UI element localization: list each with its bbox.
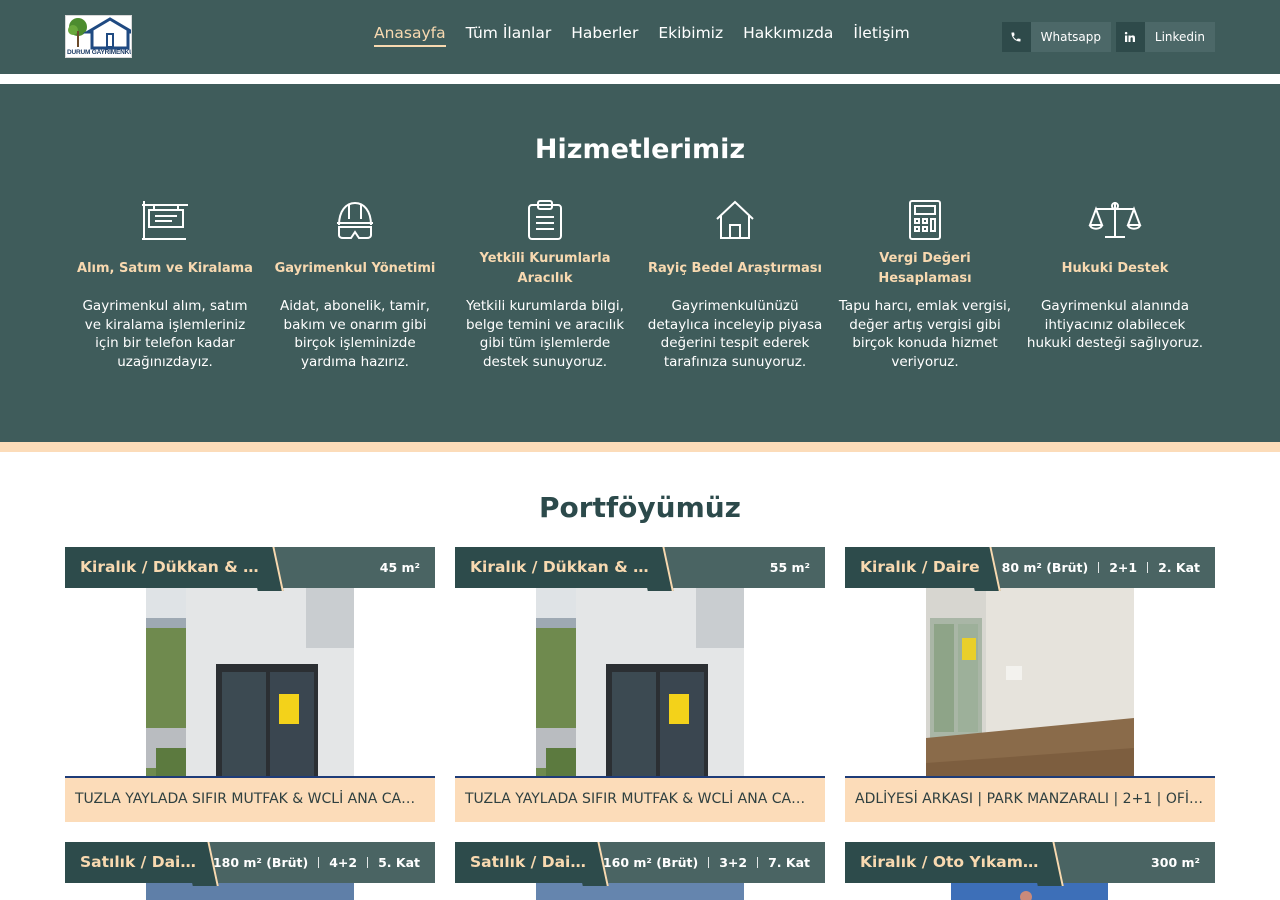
nav-item-hakkimizda[interactable]: Hakkımızda xyxy=(743,24,833,47)
listing-type: Kiralık / Oto Yıkama … xyxy=(845,842,1043,883)
spec-separator xyxy=(367,857,369,868)
signboard-icon xyxy=(75,196,255,244)
listing-photo xyxy=(536,883,744,900)
listing-rooms: 3+2 xyxy=(719,855,748,870)
linkedin-icon xyxy=(1116,22,1145,52)
listing-specs: 160 m² (Brüt) 3+2 7. Kat xyxy=(603,842,810,883)
listing-floor: 7. Kat xyxy=(768,855,810,870)
listing-floor: 2. Kat xyxy=(1158,560,1200,575)
logo[interactable]: DURUM GAYRİMENKUL xyxy=(65,15,138,58)
listing-floor: 5. Kat xyxy=(378,855,420,870)
logo-house-icon xyxy=(68,17,138,50)
linkedin-button[interactable]: Linkedin xyxy=(1116,22,1215,52)
listing-header: Satılık / Daire 160 m² (Brüt) 3+2 7. Kat xyxy=(455,842,825,886)
service-desc: Yetkili kurumlarda bilgi, belge temini v… xyxy=(465,298,625,370)
service-title: Rayiç Bedel Araştırması xyxy=(648,261,822,276)
listing-type: Satılık / Daire xyxy=(65,842,198,883)
listing-specs: 45 m² xyxy=(380,547,420,588)
listing-specs: 55 m² xyxy=(770,547,810,588)
spec-separator xyxy=(1098,562,1100,573)
listing-area: 160 m² (Brüt) xyxy=(602,855,699,870)
linkedin-label: Linkedin xyxy=(1154,30,1205,44)
service-card: Rayiç Bedel Araştırması Gayrimenkulünüzü… xyxy=(645,196,825,371)
listing-card[interactable]: Satılık / Daire 160 m² (Brüt) 3+2 7. Kat xyxy=(455,842,825,900)
accent-divider xyxy=(0,442,1280,452)
nav-item-iletisim[interactable]: İletişim xyxy=(853,24,909,47)
listing-card[interactable]: Kiralık / Daire 80 m² (Brüt) 2+1 2. Kat … xyxy=(845,547,1215,822)
listing-area: 180 m² (Brüt) xyxy=(212,855,309,870)
service-card: Yetkili Kurumlarla Aracılık Yetkili kuru… xyxy=(455,196,635,371)
listing-header: Kiralık / Dükkan & … 55 m² xyxy=(455,547,825,591)
listing-type: Satılık / Daire xyxy=(455,842,588,883)
listing-card[interactable]: Kiralık / Oto Yıkama … 300 m² xyxy=(845,842,1215,900)
service-desc: Tapu harcı, emlak vergisi, değer artış v… xyxy=(838,298,1012,370)
services-title: Hizmetlerimiz xyxy=(534,134,746,165)
listing-card[interactable]: Kiralık / Dükkan & … 55 m² TUZLA YAYLADA… xyxy=(455,547,825,822)
listing-specs: 80 m² (Brüt) 2+1 2. Kat xyxy=(1002,547,1200,588)
listing-header: Kiralık / Dükkan & … 45 m² xyxy=(65,547,435,591)
listing-photo xyxy=(951,883,1108,900)
listing-specs: 180 m² (Brüt) 4+2 5. Kat xyxy=(213,842,420,883)
listing-specs: 300 m² xyxy=(1151,842,1200,883)
spec-separator xyxy=(708,857,710,868)
listing-card[interactable]: Satılık / Daire 180 m² (Brüt) 4+2 5. Kat xyxy=(65,842,435,900)
service-desc: Gayrimenkul alım, satım ve kiralama işle… xyxy=(82,298,248,370)
service-title: Gayrimenkul Yönetimi xyxy=(274,261,436,276)
service-card: Gayrimenkul Yönetimi Aidat, abonelik, ta… xyxy=(265,196,445,371)
listing-area: 45 m² xyxy=(379,560,420,575)
service-desc: Gayrimenkulünüzü detaylıca inceleyip piy… xyxy=(647,298,823,370)
service-title: Yetkili Kurumlarla Aracılık xyxy=(479,251,611,286)
spec-separator xyxy=(757,857,759,868)
listing-type: Kiralık / Dükkan & … xyxy=(65,547,263,588)
portfolio-title: Portföyümüz xyxy=(539,491,741,524)
main-nav: Anasayfa Tüm İlanlar Haberler Ekibimiz H… xyxy=(374,24,910,47)
service-title: Alım, Satım ve Kiralama xyxy=(77,261,253,276)
listing-area: 80 m² (Brüt) xyxy=(1001,560,1089,575)
listing-type: Kiralık / Dükkan & … xyxy=(455,547,653,588)
listing-rooms: 4+2 xyxy=(329,855,358,870)
nav-item-haberler[interactable]: Haberler xyxy=(571,24,638,47)
clipboard-icon xyxy=(455,196,635,244)
listing-type: Kiralık / Daire xyxy=(845,547,980,588)
helmet-icon xyxy=(265,196,445,244)
listing-rooms: 2+1 xyxy=(1109,560,1138,575)
service-desc: Aidat, abonelik, tamir, bakım ve onarım … xyxy=(280,298,430,370)
phone-icon xyxy=(1002,22,1031,52)
service-title: Hukuki Destek xyxy=(1061,261,1169,276)
listing-area: 300 m² xyxy=(1151,855,1200,870)
listing-card[interactable]: Kiralık / Dükkan & … 45 m² TUZLA YAYLADA… xyxy=(65,547,435,822)
service-title: Vergi Değeri Hesaplaması xyxy=(878,251,972,286)
listing-area: 55 m² xyxy=(769,560,810,575)
site-header: DURUM GAYRİMENKUL Anasayfa Tüm İlanlar H… xyxy=(0,0,1280,74)
house-icon xyxy=(645,196,825,244)
scales-icon xyxy=(1025,196,1205,244)
spec-separator xyxy=(318,857,320,868)
service-card: Hukuki Destek Gayrimenkul alanında ihtiy… xyxy=(1025,196,1205,353)
calculator-icon xyxy=(835,196,1015,244)
listing-photo xyxy=(146,883,354,900)
whatsapp-label: Whatsapp xyxy=(1040,30,1101,44)
listing-caption: ADLİYESİ ARKASI | PARK MANZARALI | 2+1 |… xyxy=(845,776,1215,822)
service-card: Alım, Satım ve Kiralama Gayrimenkul alım… xyxy=(75,196,255,371)
listing-caption: TUZLA YAYLADA SIFIR MUTFAK & WCLİ ANA CA… xyxy=(65,776,435,822)
service-card: Vergi Değeri Hesaplaması Tapu harcı, eml… xyxy=(835,196,1015,371)
listing-caption: TUZLA YAYLADA SIFIR MUTFAK & WCLİ ANA CA… xyxy=(455,776,825,822)
spec-separator xyxy=(1147,562,1149,573)
logo-text: DURUM GAYRİMENKUL xyxy=(67,49,131,56)
whatsapp-button[interactable]: Whatsapp xyxy=(1002,22,1111,52)
nav-item-ekibimiz[interactable]: Ekibimiz xyxy=(658,24,723,47)
service-desc: Gayrimenkul alanında ihtiyacınız olabile… xyxy=(1026,298,1204,351)
nav-item-anasayfa[interactable]: Anasayfa xyxy=(374,24,446,47)
listing-header: Satılık / Daire 180 m² (Brüt) 4+2 5. Kat xyxy=(65,842,435,886)
nav-item-tum-ilanlar[interactable]: Tüm İlanlar xyxy=(466,24,552,47)
listing-header: Kiralık / Daire 80 m² (Brüt) 2+1 2. Kat xyxy=(845,547,1215,591)
listing-header: Kiralık / Oto Yıkama … 300 m² xyxy=(845,842,1215,886)
